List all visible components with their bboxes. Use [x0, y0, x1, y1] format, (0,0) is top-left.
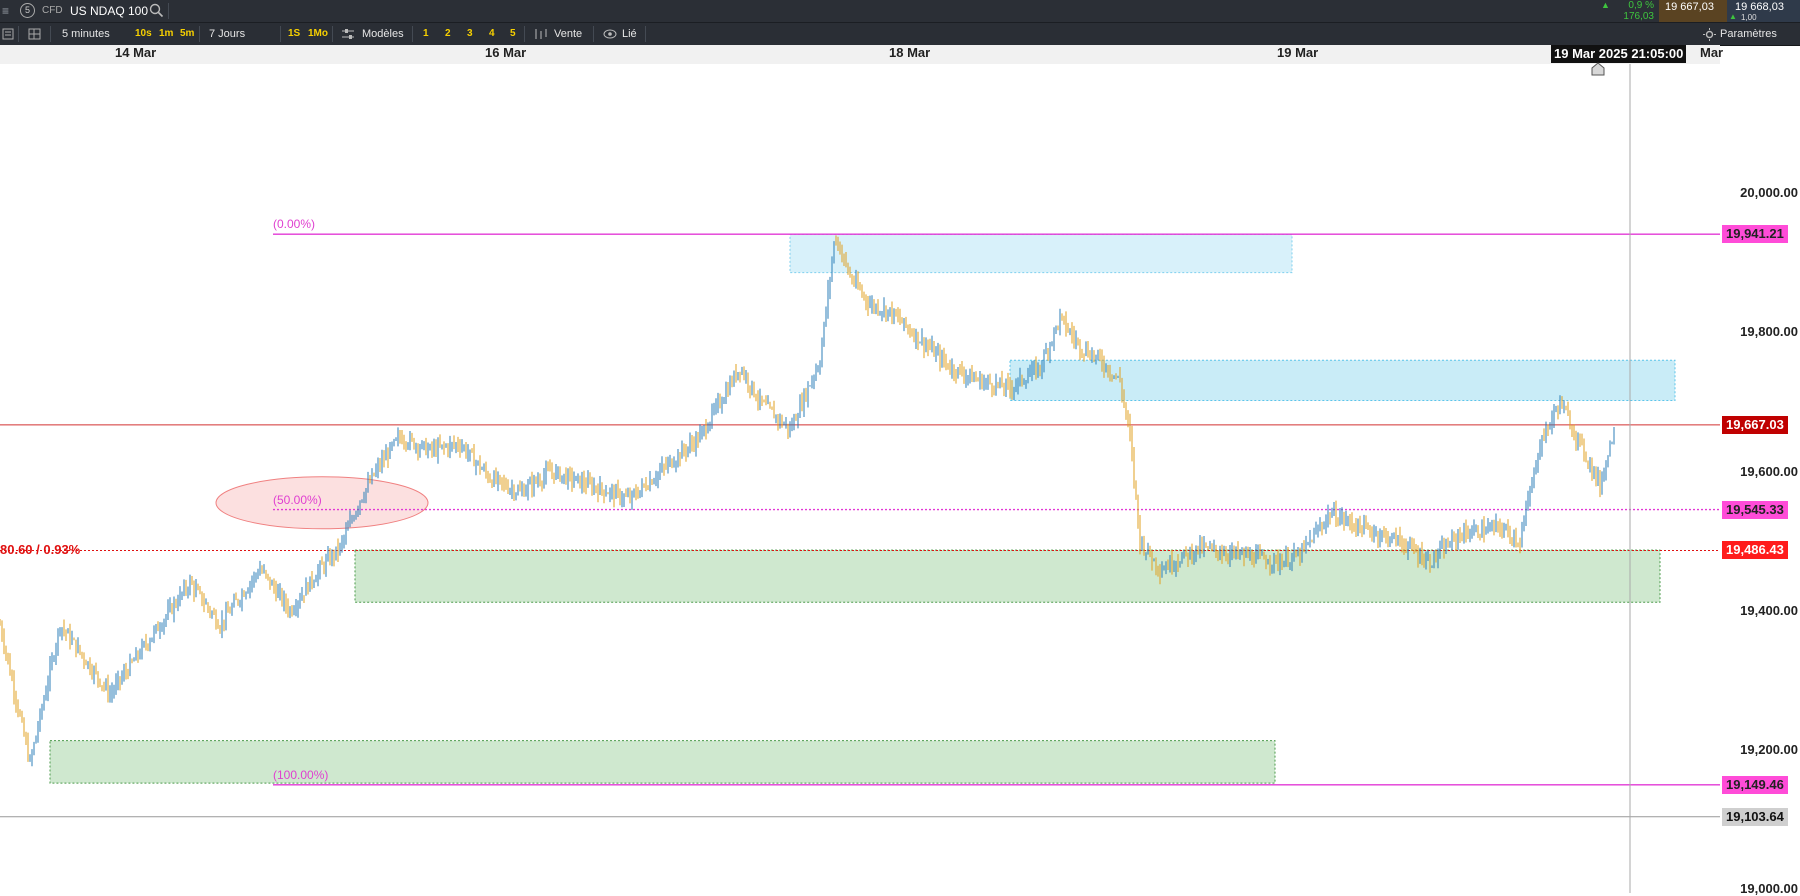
sliders-icon — [342, 29, 354, 39]
level-label: 80.60 / 0.93% — [0, 542, 81, 558]
instrument-badge-icon: 5 — [20, 3, 35, 18]
x-tick-label: 18 Mar — [889, 45, 931, 60]
preset-1[interactable]: 1 — [423, 23, 429, 45]
depth-icon — [535, 29, 547, 39]
y-tick-label: 19,800.00 — [1740, 324, 1798, 340]
fib-label: (50.00%) — [273, 492, 322, 507]
change-pts: 176,03 — [1623, 11, 1654, 22]
crosshair-time-label: 19 Mar 2025 21:05:00 — [1551, 45, 1687, 63]
preset-3[interactable]: 3 — [467, 23, 473, 45]
interval-select[interactable]: 5 minutes — [62, 23, 110, 45]
fib-price-tag: 19,545.33 — [1722, 500, 1788, 519]
search-icon[interactable] — [149, 3, 164, 18]
models-button[interactable]: Modèles — [362, 23, 404, 45]
fib-price-tag: 19,941.21 — [1722, 225, 1788, 244]
ask-price: 19 668,03 — [1735, 1, 1784, 13]
preset-2[interactable]: 2 — [445, 23, 451, 45]
gear-icon — [1703, 28, 1716, 41]
x-tick-label: Mar — [1700, 45, 1724, 60]
interval-5m[interactable]: 5m — [180, 23, 194, 45]
y-tick-label: 19,400.00 — [1740, 602, 1798, 618]
divider — [168, 3, 169, 19]
crosshair-price-tag: 19,103.64 — [1722, 807, 1788, 826]
y-tick-label: 19,200.00 — [1740, 741, 1798, 757]
range-1s[interactable]: 1S — [288, 23, 300, 45]
symbol-type: CFD — [42, 5, 63, 16]
price-chart[interactable] — [0, 64, 1800, 893]
y-tick-label: 19,600.00 — [1740, 463, 1798, 479]
y-tick-label: 19,000.00 — [1740, 880, 1798, 896]
highlight-ellipse — [215, 476, 429, 530]
preset-5[interactable]: 5 — [510, 23, 516, 45]
preset-4[interactable]: 4 — [489, 23, 495, 45]
change-pct: 0,9 % — [1628, 0, 1654, 11]
crosshair-marker-icon — [1591, 62, 1605, 76]
x-tick-label: 16 Mar — [485, 45, 527, 60]
spread-value: 1,00 — [1741, 13, 1757, 22]
fib-label: (0.00%) — [273, 217, 316, 232]
level-price-tag: 19,486.43 — [1722, 541, 1788, 560]
range-1mo[interactable]: 1Mo — [308, 23, 328, 45]
up-arrow-icon: ▲ — [1601, 0, 1610, 10]
linked-button[interactable]: Lié — [622, 23, 637, 45]
fib-price-tag: 19,149.46 — [1722, 775, 1788, 794]
bid-price: 19 667,03 — [1665, 1, 1714, 13]
zone-box — [354, 549, 1661, 603]
settings-button[interactable]: Paramètres — [1720, 23, 1777, 45]
zone-box — [789, 233, 1293, 274]
ask-box[interactable]: ▲ 1,00 19 668,03 — [1727, 0, 1800, 22]
x-tick-label: 14 Mar — [115, 45, 157, 60]
current-price-tag: 19,667.03 — [1722, 415, 1788, 434]
x-tick-label: 19 Mar — [1277, 45, 1319, 60]
chart-toolbar: 5 minutes 10s 1m 5m 7 Jours 1S 1Mo Modèl… — [0, 23, 1800, 46]
range-select[interactable]: 7 Jours — [209, 23, 245, 45]
menu-icon[interactable]: ≡ — [2, 0, 9, 22]
fib-label: (100.00%) — [273, 767, 329, 782]
time-axis — [0, 45, 1720, 64]
zone-box — [49, 740, 1276, 784]
sell-button[interactable]: Vente — [554, 23, 582, 45]
bid-box[interactable]: 19 667,03 — [1659, 0, 1727, 22]
list-icon[interactable] — [2, 28, 14, 40]
eye-icon — [603, 29, 617, 39]
top-bar: ≡ 5 CFD US NDAQ 100 0,9 % ▲ 176,03 19 66… — [0, 0, 1800, 23]
layout-icon[interactable] — [28, 28, 41, 40]
symbol-name[interactable]: US NDAQ 100 — [70, 0, 148, 22]
interval-10s[interactable]: 10s — [135, 23, 152, 45]
change-box: 0,9 % ▲ 176,03 — [1598, 0, 1658, 22]
y-tick-label: 20,000.00 — [1740, 185, 1798, 201]
interval-1m[interactable]: 1m — [159, 23, 173, 45]
